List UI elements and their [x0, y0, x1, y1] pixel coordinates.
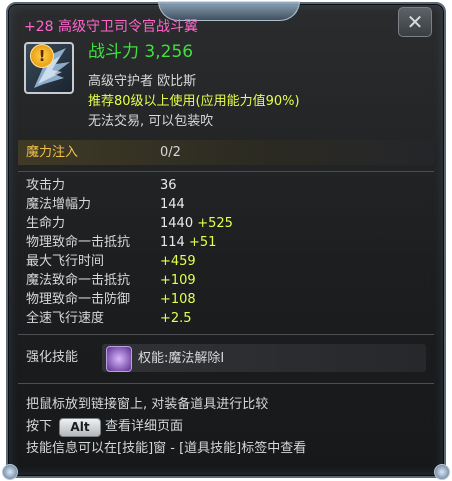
top-ornament — [158, 1, 300, 21]
corner-gem-bl — [2, 464, 18, 480]
job-line: 高级守护者 欧比斯 — [88, 74, 197, 89]
mana-infusion-value: 0/2 — [160, 145, 181, 160]
skill-info-hint: 技能信息可以在[技能]窗 - [道具技能]标签中查看 — [26, 441, 307, 456]
corner-gem-br — [434, 464, 450, 480]
combat-power: 战斗力 3,256 — [88, 42, 193, 62]
item-title: +28 高级守卫司令官战斗翼 — [24, 19, 198, 35]
mana-infusion-label: 魔力注入 — [26, 145, 79, 160]
stat-value: 1440 +525 — [160, 216, 233, 231]
enhance-skill-label: 强化技能 — [26, 350, 79, 365]
divider — [18, 334, 434, 335]
stat-label: 全速飞行速度 — [26, 311, 105, 326]
stat-value: +2.5 — [160, 311, 192, 326]
dispel-skill-icon[interactable] — [106, 346, 132, 372]
detail-hint: 查看详细页面 — [105, 419, 184, 434]
stat-label: 攻击力 — [26, 178, 66, 193]
stat-value: 144 — [160, 197, 185, 212]
item-name: 高级守卫司令官战斗翼 — [58, 19, 198, 35]
stat-label: 生命力 — [26, 216, 66, 231]
mana-infusion-row — [18, 140, 434, 165]
enhance-level: +28 — [24, 19, 54, 35]
stat-value: 36 — [160, 178, 177, 193]
divider — [18, 383, 434, 384]
stat-value: +108 — [160, 292, 196, 307]
alt-key-icon: Alt — [59, 418, 101, 437]
stat-value: +109 — [160, 273, 196, 288]
stat-label: 魔法致命一击抵抗 — [26, 273, 131, 288]
stat-value: +459 — [160, 254, 196, 269]
stat-label: 最大飞行时间 — [26, 254, 105, 269]
stat-label: 物理致命一击抵抗 — [26, 235, 131, 250]
requirement-text: 推荐80级以上使用(应用能力值90%) — [88, 94, 300, 109]
enhance-skill-name: 权能:魔法解除I — [138, 351, 225, 366]
compare-hint: 把鼠标放到链接窗上, 对装备道具进行比较 — [26, 397, 269, 412]
stat-label: 魔法增幅力 — [26, 197, 92, 212]
stat-label: 物理致命一击防御 — [26, 292, 131, 307]
trade-restriction: 无法交易, 可以包装吹 — [88, 114, 214, 129]
divider — [18, 171, 434, 172]
warning-icon: ! — [30, 44, 54, 68]
press-label: 按下 — [26, 419, 53, 434]
combat-power-value: 3,256 — [144, 42, 194, 62]
stat-value: 114 +51 — [160, 235, 217, 250]
close-button[interactable]: ✕ — [398, 7, 432, 37]
combat-power-label: 战斗力 — [88, 42, 139, 62]
